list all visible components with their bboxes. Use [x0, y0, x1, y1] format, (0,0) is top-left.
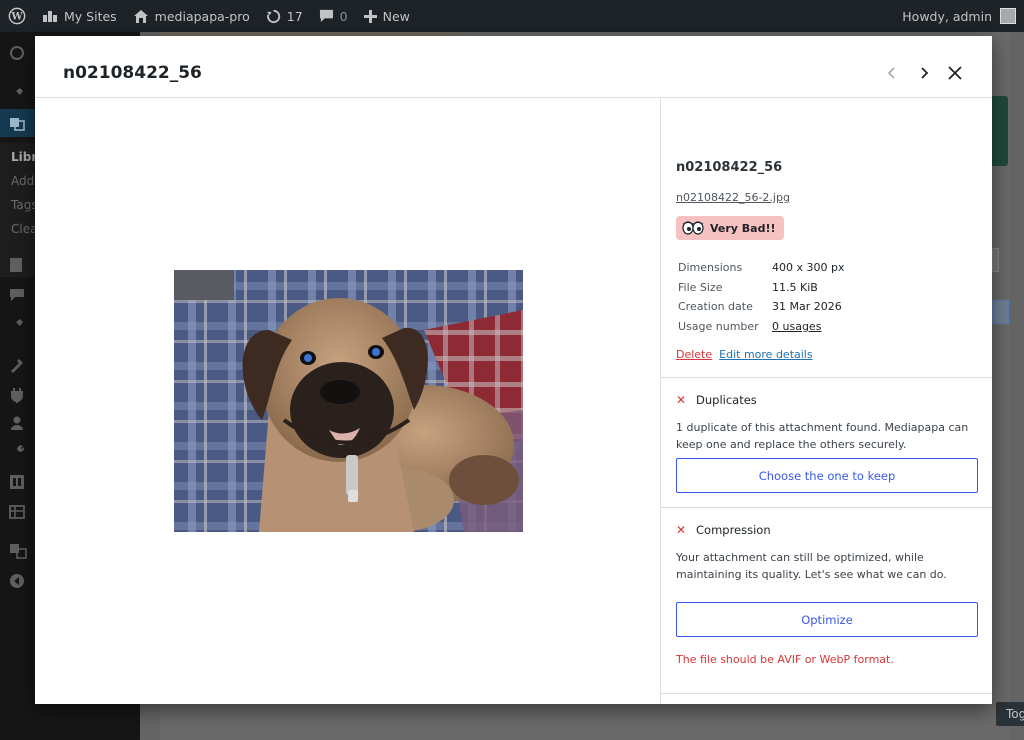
- site-name-menu[interactable]: mediapapa-pro: [125, 0, 258, 32]
- next-button[interactable]: [909, 58, 939, 88]
- format-warning: The file should be AVIF or WebP format.: [676, 653, 894, 666]
- updates-menu[interactable]: 17: [258, 0, 311, 32]
- attachment-filename-link[interactable]: n02108422_56-2.jpg: [676, 191, 790, 204]
- my-sites-label: My Sites: [64, 8, 117, 24]
- admin-bar: W My Sites mediapapa-pro 17 0 New Howdy,…: [0, 0, 1024, 32]
- duplicates-heading: ✕ Duplicates: [676, 393, 757, 407]
- close-button[interactable]: [940, 58, 970, 88]
- new-content-menu[interactable]: New: [356, 0, 418, 32]
- previous-button[interactable]: [877, 58, 907, 88]
- meta-label: Dimensions: [678, 261, 743, 275]
- close-icon: [948, 66, 962, 80]
- meta-label: Usage number: [678, 320, 759, 334]
- comment-icon: [319, 9, 333, 23]
- status-badge: Very Bad!!: [676, 216, 784, 240]
- updates-icon: [266, 9, 280, 23]
- toggle-label: Tog: [1006, 707, 1024, 721]
- attachment-details-modal: n02108422_56 n02108422_56 n02108422_56-2…: [35, 36, 992, 704]
- new-label: New: [382, 8, 410, 24]
- updates-count: 17: [286, 8, 303, 24]
- my-sites-icon: [43, 11, 57, 22]
- site-name-label: mediapapa-pro: [154, 8, 250, 24]
- home-icon: [133, 9, 148, 23]
- chevron-right-icon: [921, 67, 929, 79]
- meta-creation-date: Creation date 31 Mar 2026: [678, 297, 844, 317]
- comments-menu[interactable]: 0: [311, 0, 356, 32]
- edit-details-link[interactable]: Edit more details: [719, 348, 812, 361]
- attachment-image: [174, 270, 523, 532]
- primary-button-dimmed: [991, 96, 1008, 166]
- usages-link[interactable]: 0 usages: [772, 320, 821, 333]
- meta-dimensions: Dimensions 400 x 300 px: [678, 258, 844, 278]
- compression-section: ✕ Compression Your attachment can still …: [661, 507, 992, 694]
- error-x-icon: ✕: [676, 523, 687, 537]
- modal-header: n02108422_56: [35, 36, 992, 98]
- account-menu[interactable]: Howdy, admin: [902, 8, 1024, 24]
- eyes-icon: [682, 221, 704, 235]
- meta-label: Creation date: [678, 300, 753, 314]
- attachment-meta: Dimensions 400 x 300 px File Size 11.5 K…: [678, 258, 844, 336]
- howdy-label: Howdy, admin: [902, 8, 992, 24]
- modal-title: n02108422_56: [63, 63, 202, 83]
- chevron-left-icon: [887, 67, 895, 79]
- error-x-icon: ✕: [676, 393, 687, 407]
- attachment-details-sidebar: n02108422_56 n02108422_56-2.jpg Very Bad…: [660, 99, 992, 704]
- delete-link[interactable]: Delete: [676, 348, 712, 361]
- compression-heading: ✕ Compression: [676, 523, 771, 537]
- attachment-preview: [35, 99, 660, 704]
- choose-one-button[interactable]: Choose the one to keep: [676, 458, 978, 493]
- compression-heading-label: Compression: [696, 523, 771, 537]
- meta-label: File Size: [678, 280, 723, 294]
- duplicates-text: 1 duplicate of this attachment found. Me…: [676, 421, 969, 451]
- meta-usage-number: Usage number 0 usages: [678, 317, 844, 337]
- meta-value: 31 Mar 2026: [772, 300, 842, 314]
- attachment-actions: Delete Edit more details: [676, 348, 813, 361]
- toggle-button[interactable]: Tog: [996, 702, 1024, 726]
- optimize-button[interactable]: Optimize: [676, 602, 978, 637]
- comments-count: 0: [339, 8, 348, 24]
- meta-value: 11.5 KiB: [772, 280, 818, 294]
- plus-icon: [363, 9, 377, 23]
- compression-text: Your attachment can still be optimized, …: [676, 551, 947, 581]
- pagination-button-dimmed: [992, 300, 1009, 324]
- status-badge-label: Very Bad!!: [710, 221, 776, 235]
- wordpress-logo-icon[interactable]: W: [0, 0, 34, 32]
- meta-file-size: File Size 11.5 KiB: [678, 278, 844, 298]
- duplicates-section: ✕ Duplicates 1 duplicate of this attachm…: [661, 377, 992, 507]
- attachment-title: n02108422_56: [676, 160, 783, 175]
- svg-text:W: W: [10, 12, 23, 23]
- my-sites-menu[interactable]: My Sites: [34, 0, 125, 32]
- duplicates-heading-label: Duplicates: [696, 393, 757, 407]
- next-section-divider: [661, 693, 992, 704]
- meta-value: 400 x 300 px: [772, 261, 845, 275]
- search-box-dimmed: [992, 248, 999, 272]
- avatar: [1000, 8, 1016, 24]
